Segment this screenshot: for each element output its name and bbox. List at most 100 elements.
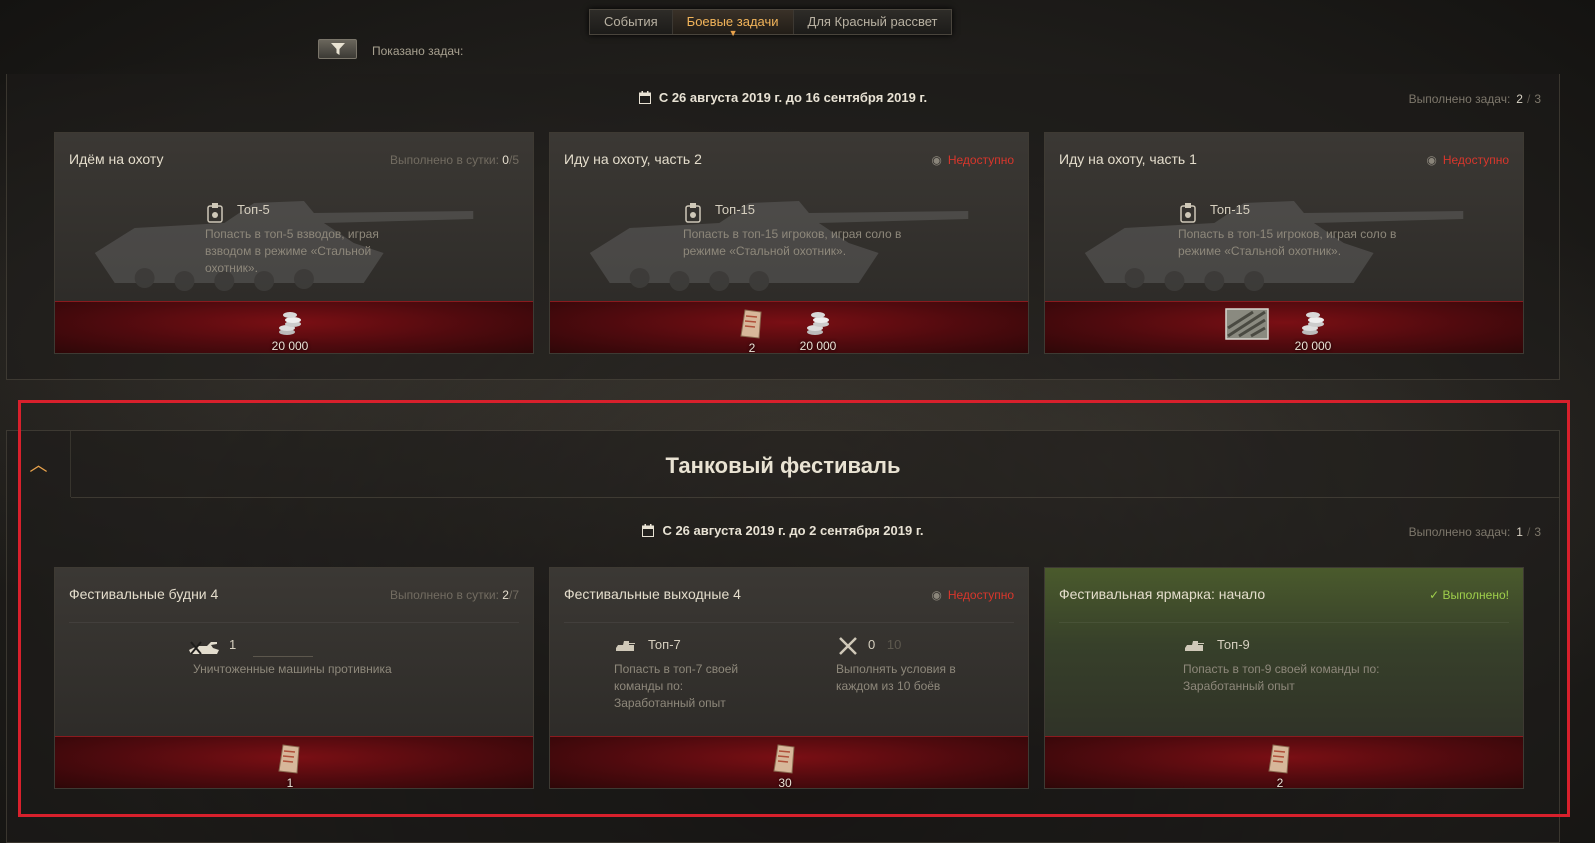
condition-name: Топ-7 xyxy=(648,637,681,652)
condition-name: Топ-15 xyxy=(1210,202,1250,217)
condition-text: Попасть в топ-15 игроков, играя соло в р… xyxy=(683,227,902,258)
campaign-date-text: С 26 августа 2019 г. до 2 сентября 2019 … xyxy=(662,523,924,538)
done-label: Выполнено задач: xyxy=(1408,92,1511,106)
card-divider xyxy=(1059,622,1509,623)
campaign-date: С 26 августа 2019 г. до 16 сентября 2019… xyxy=(7,90,1559,107)
mission-condition: Топ-15 Попасть в топ-15 игроков, играя с… xyxy=(683,201,903,260)
reward-value: 20 000 xyxy=(1294,339,1332,353)
battles-progress-total: 10 xyxy=(886,637,902,652)
reward-credits: 20 000 xyxy=(788,308,848,353)
mission-condition-battles: 0 10 Выполнять условия в каждом из 10 бо… xyxy=(836,636,976,695)
daily-progress-value: 2 xyxy=(502,588,509,602)
lock-icon: ◉ xyxy=(931,588,942,602)
condition-text: Попасть в топ-15 игроков, играя соло в р… xyxy=(1178,227,1397,258)
reward-strip: 30 xyxy=(550,736,1028,788)
done-separator: / xyxy=(1526,525,1531,539)
reward-credits: 20 000 xyxy=(1283,308,1343,353)
daily-progress-total: 5 xyxy=(512,153,519,167)
mission-condition: Топ-7 Попасть в топ-7 своей команды по: … xyxy=(614,636,754,712)
reward-value: 20 000 xyxy=(271,339,309,353)
ticket-icon xyxy=(278,744,300,774)
card-divider xyxy=(564,622,1014,623)
battles-progress-value: 0 xyxy=(868,637,876,652)
mission-card[interactable]: Фестивальные будни 4 Выполнено в сутки: … xyxy=(54,567,534,789)
mission-condition: Топ-9 Попасть в топ-9 своей команды по: … xyxy=(1183,636,1393,695)
lock-icon: ◉ xyxy=(931,153,942,167)
condition-text: Попасть в топ-9 своей команды по: Зарабо… xyxy=(1183,662,1380,693)
reward-ticket: 1 xyxy=(260,743,320,789)
reward-ticket: 2 xyxy=(722,308,782,353)
campaign-date-text: С 26 августа 2019 г. до 16 сентября 2019… xyxy=(658,90,928,105)
credits-icon xyxy=(279,312,301,335)
tab-battle-missions[interactable]: Боевые задачи ▼ xyxy=(672,10,794,38)
status-text: Недоступно xyxy=(1442,153,1509,167)
condition-text: Выполнять условия в каждом из 10 боёв xyxy=(836,662,956,693)
mission-card[interactable]: Фестивальная ярмарка: начало ✓ Выполнено… xyxy=(1044,567,1524,789)
reward-ticket: 2 xyxy=(1250,743,1310,789)
mission-condition: 1 Уничтоженные машины противника xyxy=(193,636,433,678)
campaign-done-count: Выполнено задач: 1/3 xyxy=(1409,525,1541,539)
reward-camouflage xyxy=(1217,308,1277,341)
condition-name: Топ-5 xyxy=(237,202,270,217)
quest-tabs: События Боевые задачи ▼ Для Красный рассв… xyxy=(589,9,953,38)
done-label: Выполнено задач: xyxy=(1408,525,1511,539)
mission-card[interactable]: Идём на охоту Выполнено в сутки: 0/5 Топ… xyxy=(54,132,534,354)
status-text: Недоступно xyxy=(947,588,1014,602)
daily-progress-label: Выполнено в сутки: xyxy=(389,588,499,602)
daily-progress-label: Выполнено в сутки: xyxy=(389,153,499,167)
title-divider xyxy=(71,497,1559,498)
reward-value: 2 xyxy=(1276,776,1284,789)
reward-value: 20 000 xyxy=(799,339,837,353)
mission-title: Иду на охоту, часть 2 xyxy=(564,151,702,167)
credits-icon xyxy=(1302,312,1324,335)
calendar-icon xyxy=(638,91,651,107)
campaign-done-count: Выполнено задач: 2/3 xyxy=(1409,92,1541,106)
mission-title: Фестивальные выходные 4 xyxy=(564,586,741,602)
reward-strip: 20 000 xyxy=(1045,301,1523,353)
lock-icon: ◉ xyxy=(1426,153,1437,167)
daily-progress-value: 0 xyxy=(502,153,509,167)
daily-progress: Выполнено в сутки: 0/5 xyxy=(389,153,519,167)
status-text: Недоступно xyxy=(947,153,1014,167)
reward-strip: 2 xyxy=(1045,736,1523,788)
tab-red-dawn[interactable]: Для Красный рассвет xyxy=(793,10,952,34)
mission-title: Фестивальная ярмарка: начало xyxy=(1059,586,1266,602)
mission-card[interactable]: Фестивальные выходные 4 ◉ Недоступно Топ-… xyxy=(549,567,1029,789)
ticket-icon xyxy=(773,744,795,774)
status-badge: ◉ Недоступно xyxy=(931,588,1014,602)
reward-strip: 2 20 000 xyxy=(550,301,1028,353)
reward-value: 1 xyxy=(286,776,294,789)
mission-card[interactable]: Иду на охоту, часть 1 ◉ Недоступно Топ-15… xyxy=(1044,132,1524,354)
filter-icon xyxy=(330,43,345,55)
mission-condition: Топ-5 Попасть в топ-5 взводов, играя взв… xyxy=(205,201,395,277)
condition-count: 1 xyxy=(229,637,237,652)
tab-battle-missions-label: Боевые задачи xyxy=(686,14,779,29)
mission-card[interactable]: Иду на охоту, часть 2 ◉ Недоступно Топ-15… xyxy=(549,132,1029,354)
status-badge: ✓ Выполнено! xyxy=(1429,588,1509,602)
camo-icon xyxy=(1225,308,1269,340)
condition-text: Уничтоженные машины противника xyxy=(193,662,392,676)
reward-strip: 1 xyxy=(55,736,533,788)
done-total: 3 xyxy=(1534,525,1541,539)
done-separator: / xyxy=(1526,92,1531,106)
daily-progress-total: 7 xyxy=(512,588,519,602)
reward-value: 30 xyxy=(778,776,792,789)
ticket-icon xyxy=(1268,744,1290,774)
ticket-icon xyxy=(740,309,762,339)
campaign-panel-steel-hunter: С 26 августа 2019 г. до 16 сентября 2019… xyxy=(6,74,1560,380)
filter-button[interactable] xyxy=(318,39,357,59)
status-badge: ◉ Недоступно xyxy=(931,153,1014,167)
status-badge: ◉ Недоступно xyxy=(1426,153,1509,167)
campaign-panel-tank-festival: ︿ Танковый фестиваль С 26 августа 2019 г… xyxy=(6,430,1560,843)
filter-label: Показано задач: xyxy=(372,44,464,58)
progress-track xyxy=(253,656,313,657)
reward-strip: 20 000 xyxy=(55,301,533,353)
battles-progress: 0 10 xyxy=(868,636,976,653)
mission-condition: Топ-15 Попасть в топ-15 игроков, играя с… xyxy=(1178,201,1398,260)
mission-title: Фестивальные будни 4 xyxy=(69,586,219,602)
mission-title: Иду на охоту, часть 1 xyxy=(1059,151,1197,167)
campaign-date: С 26 августа 2019 г. до 2 сентября 2019 … xyxy=(7,523,1559,540)
tab-events[interactable]: События xyxy=(590,10,673,34)
condition-text: Попасть в топ-7 своей команды по: Зарабо… xyxy=(614,662,739,710)
reward-ticket: 30 xyxy=(755,743,815,789)
